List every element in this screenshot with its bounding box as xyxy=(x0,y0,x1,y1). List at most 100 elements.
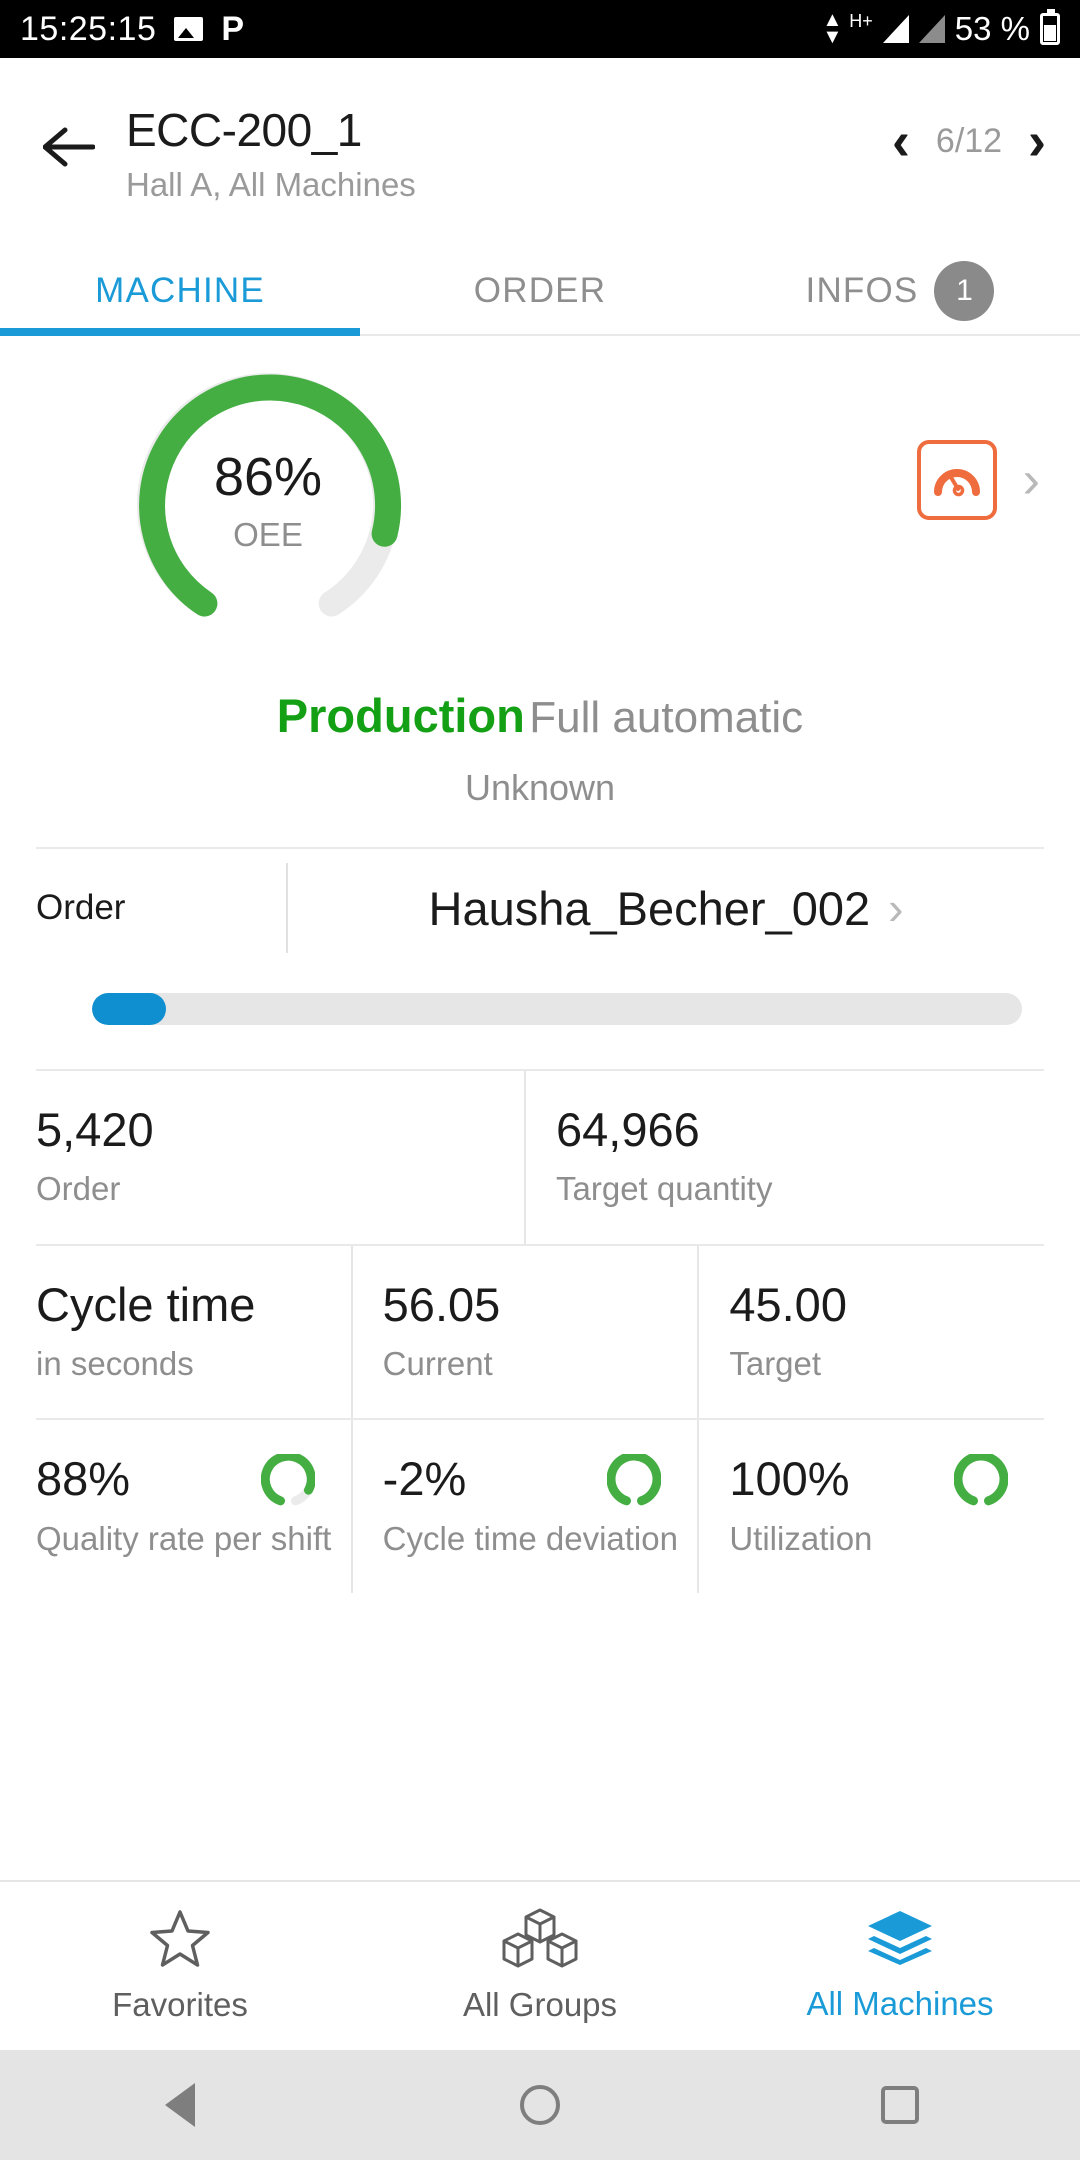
battery-percent-label: 53 % xyxy=(954,10,1030,47)
android-home-button[interactable] xyxy=(512,2077,568,2133)
cycle-time-row: Cycle time in seconds 56.05 Current 45.0… xyxy=(36,1245,1044,1419)
nav-item-all-machines-label: All Machines xyxy=(806,1985,994,2022)
header-titles: ECC-200_1 Hall A, All Machines xyxy=(126,98,892,204)
chevron-right-icon[interactable]: › xyxy=(1028,114,1046,168)
pocket-icon: P xyxy=(221,10,245,48)
nav-item-favorites-label: Favorites xyxy=(112,1986,248,2023)
back-button[interactable] xyxy=(34,112,104,182)
oee-detail-chevron-icon[interactable]: › xyxy=(1023,454,1040,506)
home-circle-icon xyxy=(520,2085,560,2125)
tab-machine-label: MACHINE xyxy=(95,271,265,310)
bottom-navigation: Favorites All Groups All Machines xyxy=(0,1880,1080,2050)
android-recents-button[interactable] xyxy=(872,2077,928,2133)
order-progress-track xyxy=(92,993,1022,1025)
kpi-cell-quality: 88% Quality rate per shift xyxy=(36,1420,351,1593)
kpi-quality-label: Quality rate per shift xyxy=(36,1519,332,1557)
quantity-order-value: 5,420 xyxy=(36,1103,154,1156)
status-bar-right: ▲ ▼ H+ 53 % xyxy=(822,9,1060,48)
order-progress-fill xyxy=(92,993,167,1025)
kpi-quality-ring-icon xyxy=(260,1454,315,1508)
ring-gauge-icon xyxy=(607,1454,662,1506)
quantity-target-value: 64,966 xyxy=(556,1103,700,1156)
tab-machine[interactable]: MACHINE xyxy=(0,248,360,336)
app-header: ECC-200_1 Hall A, All Machines ‹ 6/12 › xyxy=(0,58,1080,248)
network-type-label: H+ xyxy=(849,10,873,31)
tab-order[interactable]: ORDER xyxy=(360,248,720,334)
pager: ‹ 6/12 › xyxy=(892,114,1046,168)
nav-item-favorites[interactable]: Favorites xyxy=(0,1882,360,2050)
kpi-deviation-label: Cycle time deviation xyxy=(382,1519,678,1557)
oee-detail-link[interactable]: › xyxy=(916,440,1040,520)
status-bar-clock: 15:25:15 xyxy=(20,9,157,48)
star-icon xyxy=(150,1910,210,1967)
kpi-utilization-ring-icon xyxy=(954,1454,1009,1508)
cycle-time-target-label: Target xyxy=(729,1344,822,1382)
kpi-deviation-ring-icon xyxy=(607,1454,662,1508)
speedometer-icon xyxy=(933,469,980,497)
kpi-cell-deviation: -2% Cycle time deviation xyxy=(350,1420,698,1593)
cycle-time-cell-title: Cycle time in seconds xyxy=(36,1246,351,1419)
kpi-cell-utilization: 100% Utilization xyxy=(697,1420,1044,1593)
oee-gauge-center: 86% OEE xyxy=(118,450,418,554)
order-row-label: Order xyxy=(36,888,126,927)
cycle-time-current-value: 56.05 xyxy=(382,1277,501,1331)
arrow-left-icon xyxy=(43,127,95,167)
quantity-cell-target: 64,966 Target quantity xyxy=(524,1071,1044,1244)
machine-content: 86% OEE › Production Full automatic Unkn… xyxy=(0,336,1080,1880)
layers-icon xyxy=(868,1911,932,1965)
tab-infos-badge: 1 xyxy=(934,261,995,321)
oee-gauge: 86% OEE xyxy=(118,358,418,648)
machine-status-extra: Unknown xyxy=(464,767,616,808)
cycle-time-current-label: Current xyxy=(382,1344,493,1382)
oee-value: 86% xyxy=(213,447,323,507)
nav-item-all-machines[interactable]: All Machines xyxy=(720,1882,1080,2050)
nav-item-all-groups[interactable]: All Groups xyxy=(360,1882,720,2050)
nav-item-all-groups-label: All Groups xyxy=(462,1986,618,2023)
tab-infos[interactable]: INFOS 1 xyxy=(720,248,1080,334)
machine-status-main: Production xyxy=(276,689,525,742)
status-bar: 15:25:15 P ▲ ▼ H+ 53 % xyxy=(0,0,1080,58)
speedometer-icon-box[interactable] xyxy=(916,440,997,520)
quantity-order-label: Order xyxy=(36,1170,121,1208)
cycle-time-cell-current: 56.05 Current xyxy=(350,1245,698,1419)
order-progress[interactable] xyxy=(92,993,1022,1025)
tab-infos-label: INFOS xyxy=(805,271,919,310)
machine-status-sub: Full automatic xyxy=(529,693,804,742)
battery-icon xyxy=(1040,9,1060,45)
image-icon xyxy=(174,17,204,41)
quantity-target-label: Target quantity xyxy=(556,1170,773,1208)
tab-order-label: ORDER xyxy=(473,271,607,310)
signal-bars-icon-2 xyxy=(918,15,945,43)
android-back-button[interactable] xyxy=(152,2077,208,2133)
back-triangle-icon xyxy=(165,2083,195,2127)
oee-section: 86% OEE › xyxy=(0,336,1080,666)
machine-status: Production Full automatic Unknown xyxy=(0,688,1080,809)
ring-gauge-icon xyxy=(954,1454,1009,1506)
chevron-left-icon[interactable]: ‹ xyxy=(892,114,910,168)
boxes-icon xyxy=(502,1908,578,1968)
kpi-row: 88% Quality rate per shift -2% Cycle tim… xyxy=(36,1420,1044,1593)
order-row[interactable]: Order Hausha_Becher_002 › xyxy=(36,849,1044,967)
order-chevron-right-icon[interactable]: › xyxy=(888,885,903,931)
page-title: ECC-200_1 xyxy=(126,104,362,156)
oee-label: OEE xyxy=(233,516,303,553)
quantity-cell-order: 5,420 Order xyxy=(36,1071,524,1244)
order-row-value-wrap[interactable]: Hausha_Becher_002 › xyxy=(288,881,1044,936)
cycle-time-title: Cycle time xyxy=(36,1277,256,1331)
app-root: 15:25:15 P ▲ ▼ H+ 53 % ECC-200_1 Hall A, … xyxy=(0,0,1080,2160)
cycle-time-unit: in seconds xyxy=(36,1344,194,1382)
quantities-row: 5,420 Order 64,966 Target quantity xyxy=(36,1071,1044,1244)
pager-count: 6/12 xyxy=(935,121,1003,160)
page-subtitle: Hall A, All Machines xyxy=(126,166,416,204)
cycle-time-cell-target: 45.00 Target xyxy=(697,1245,1044,1419)
tab-bar: MACHINE ORDER INFOS 1 xyxy=(0,248,1080,336)
kpi-utilization-label: Utilization xyxy=(729,1519,873,1557)
sync-arrows-icon: ▲ ▼ xyxy=(822,9,843,48)
recents-square-icon xyxy=(881,2086,919,2124)
status-bar-left: 15:25:15 P xyxy=(20,10,244,49)
cycle-time-target-value: 45.00 xyxy=(729,1277,847,1331)
ring-gauge-icon xyxy=(260,1454,315,1506)
order-row-value: Hausha_Becher_002 xyxy=(428,881,871,935)
signal-bars-icon-1 xyxy=(882,15,909,43)
